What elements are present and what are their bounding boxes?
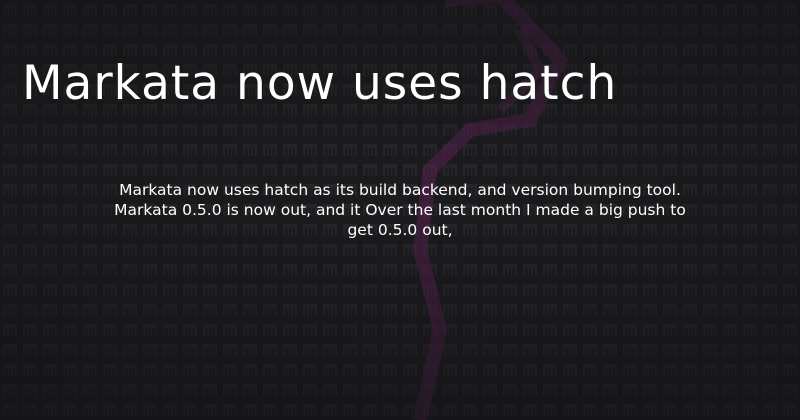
page-description: Markata now uses hatch as its build back… xyxy=(114,181,686,239)
page-title: Markata now uses hatch xyxy=(22,56,618,111)
